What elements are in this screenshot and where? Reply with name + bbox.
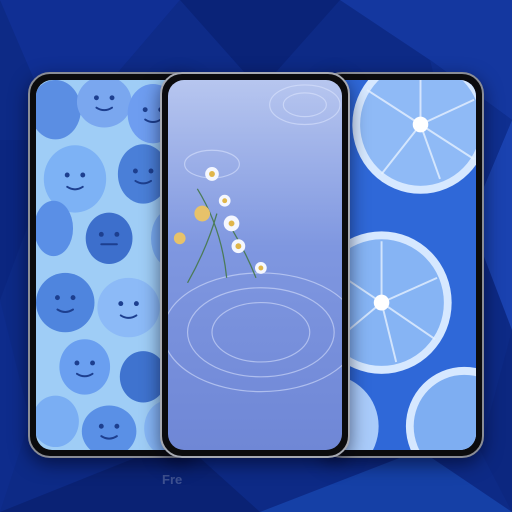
wallpaper-water-daisies [168,80,342,450]
side-button [160,174,162,210]
phone-preview-water-daisies[interactable] [160,72,350,458]
flower-icon [168,80,342,450]
watermark-text: Fre [162,472,183,487]
wallpaper-lemon-slices [328,80,476,450]
side-button [482,184,484,212]
lemon-icon [328,80,476,450]
